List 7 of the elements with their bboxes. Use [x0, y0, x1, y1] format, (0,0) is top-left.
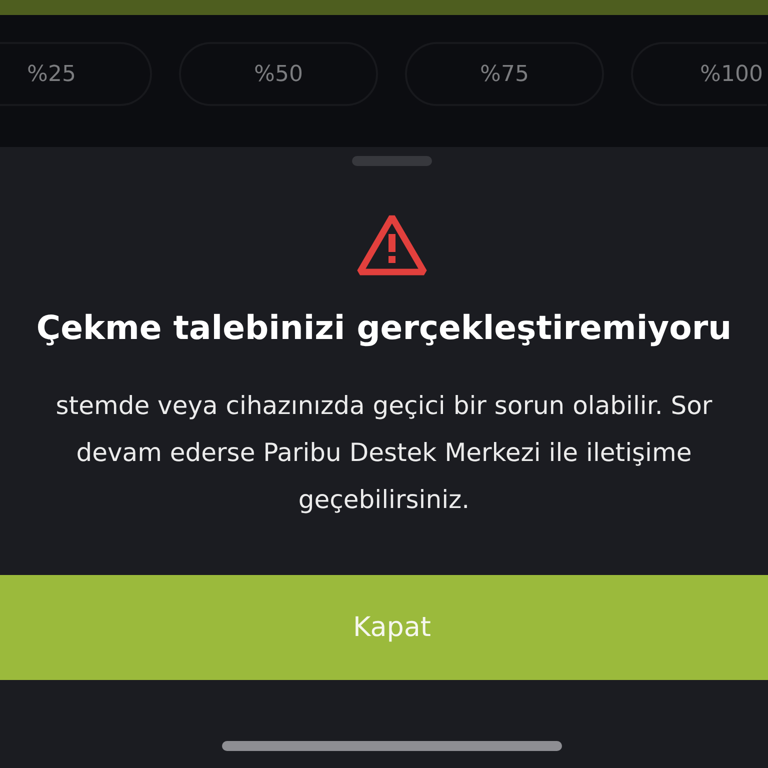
drag-handle[interactable]: [352, 156, 432, 166]
percent-button[interactable]: %75: [405, 42, 604, 106]
error-message: stemde veya cihazınızda geçici bir sorun olabilir. Sor devam ederse Paribu Destek Merkezi ile iletişime geçebilirsiniz.: [56, 390, 712, 516]
percent-button[interactable]: %25: [0, 42, 152, 106]
percent-button[interactable]: %50: [179, 42, 378, 106]
percent-button[interactable]: %100: [631, 42, 767, 106]
dialog-title: Çekme talebinizi gerçekleştiremiyoru: [36, 308, 732, 348]
